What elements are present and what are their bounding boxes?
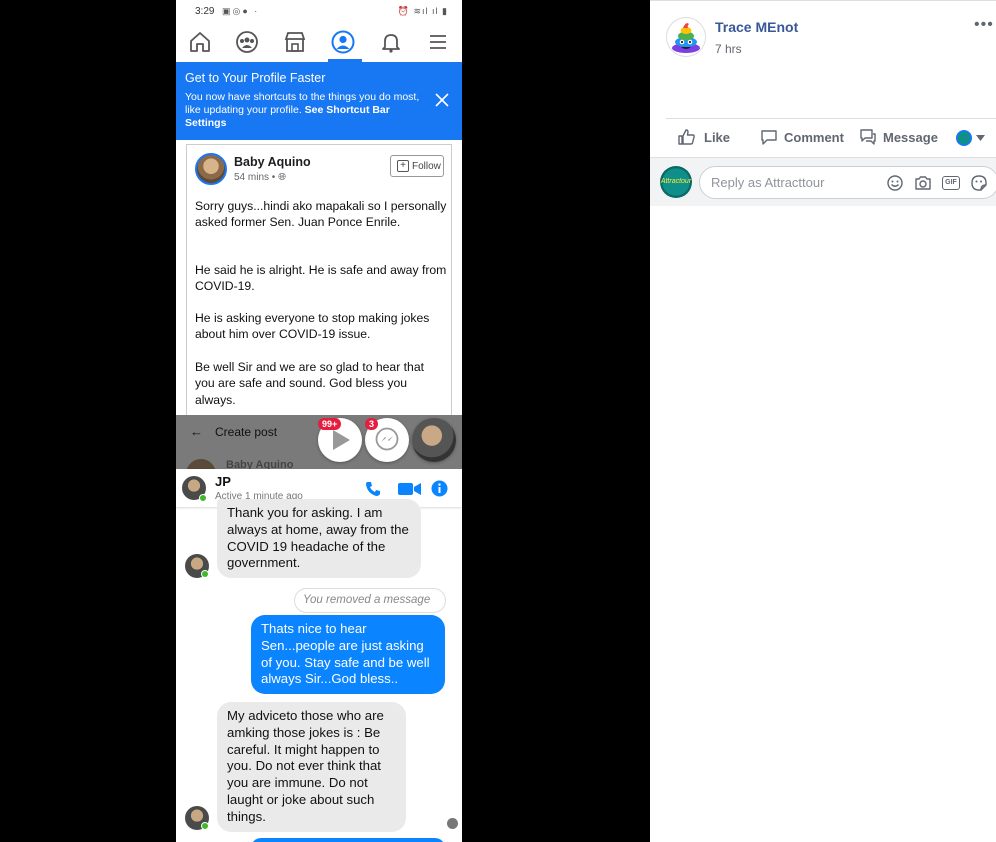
globe-icon: 🌐︎ bbox=[278, 172, 287, 183]
post-paragraph: He is asking everyone to stop making jok… bbox=[195, 311, 430, 342]
profile-icon[interactable] bbox=[330, 29, 356, 55]
phone-screenshot: 3:29 ▣◎● · ⏰ ≋ıl ıl ▮ Get to Your Profil… bbox=[176, 0, 462, 842]
close-icon[interactable] bbox=[434, 92, 450, 108]
groups-icon[interactable] bbox=[234, 29, 260, 55]
back-arrow-icon[interactable]: ← bbox=[190, 424, 203, 439]
sticker-icon[interactable] bbox=[970, 174, 988, 192]
create-post-label[interactable]: Create post bbox=[215, 425, 277, 439]
video-badge: 99+ bbox=[318, 418, 342, 430]
notification-icons: ▣◎● · bbox=[222, 6, 260, 16]
page-selector[interactable] bbox=[956, 130, 988, 146]
reply-page-avatar: Attractour bbox=[660, 166, 692, 198]
play-icon bbox=[333, 430, 350, 450]
post-author-name[interactable]: Baby Aquino bbox=[234, 155, 311, 169]
message-button[interactable]: Message bbox=[859, 128, 941, 148]
contact-avatar-small bbox=[185, 806, 209, 830]
info-icon[interactable] bbox=[431, 480, 448, 497]
page-avatar-small bbox=[956, 130, 972, 146]
camera-icon[interactable] bbox=[914, 174, 932, 192]
poster-avatar[interactable] bbox=[666, 17, 706, 57]
contact-name[interactable]: JP bbox=[215, 474, 231, 489]
banner-title: Get to Your Profile Faster bbox=[185, 71, 326, 85]
comment-icon bbox=[761, 130, 777, 145]
home-icon[interactable] bbox=[187, 29, 213, 55]
post-author-avatar[interactable] bbox=[195, 153, 227, 185]
facebook-comment-panel: Trace MEnot 7 hrs ••• Like Comment Messa… bbox=[650, 0, 996, 842]
shared-post: Baby Aquino 54 mins • 🌐︎ + Follow Sorry g… bbox=[186, 144, 452, 418]
chat-message-received: Thank you for asking. I am always at hom… bbox=[217, 499, 421, 579]
like-button[interactable]: Like bbox=[678, 128, 738, 148]
video-call-icon[interactable] bbox=[397, 482, 423, 496]
banner-body: You now have shortcuts to the things you… bbox=[185, 91, 420, 129]
reply-placeholder[interactable]: Reply as Attracttour bbox=[711, 175, 824, 190]
divider bbox=[666, 118, 996, 119]
marketplace-icon[interactable] bbox=[282, 29, 308, 55]
comment-button[interactable]: Comment bbox=[760, 128, 850, 148]
status-time: 3:29 bbox=[195, 6, 215, 17]
notifications-bell-icon[interactable] bbox=[378, 29, 404, 55]
panel-border bbox=[650, 0, 996, 1]
chat-message-sent bbox=[251, 838, 445, 842]
like-icon bbox=[678, 129, 695, 145]
post-paragraph: Sorry guys...hindi ako mapakali so I per… bbox=[195, 199, 447, 230]
poster-name[interactable]: Trace MEnot bbox=[715, 19, 798, 35]
post-meta: 54 mins • 🌐︎ bbox=[234, 172, 287, 183]
chevron-down-icon bbox=[976, 135, 985, 141]
contact-avatar-small bbox=[185, 554, 209, 578]
messenger-badge: 3 bbox=[365, 418, 379, 430]
messenger-icon bbox=[375, 427, 399, 451]
menu-icon[interactable] bbox=[425, 29, 451, 55]
removed-message-notice: You removed a message bbox=[294, 588, 446, 613]
seen-avatar bbox=[447, 818, 458, 829]
online-indicator bbox=[201, 570, 209, 578]
chat-message-sent: Thats nice to hear Sen...people are just… bbox=[251, 615, 445, 695]
follow-icon: + bbox=[397, 160, 409, 172]
emoji-icon[interactable] bbox=[886, 174, 904, 192]
more-options-icon[interactable]: ••• bbox=[974, 16, 994, 34]
signal-battery-icons: ⏰ ≋ıl ıl ▮ bbox=[397, 6, 448, 16]
online-indicator bbox=[201, 822, 209, 830]
contact-chat-head[interactable] bbox=[412, 418, 456, 462]
message-icon bbox=[860, 129, 876, 145]
post-paragraph: Be well Sir and we are so glad to hear t… bbox=[195, 360, 424, 407]
phone-call-icon[interactable] bbox=[365, 481, 381, 497]
chat-message-received: My adviceto those who are amking those j… bbox=[217, 702, 406, 832]
status-bar: 3:29 ▣◎● · ⏰ ≋ıl ıl ▮ bbox=[176, 0, 462, 22]
post-timestamp[interactable]: 7 hrs bbox=[715, 42, 742, 56]
follow-button[interactable]: + Follow bbox=[390, 155, 444, 177]
facebook-nav-bar bbox=[176, 22, 462, 62]
shortcut-banner: Get to Your Profile Faster You now have … bbox=[176, 62, 462, 140]
rainbow-poop-avatar-icon bbox=[672, 23, 700, 53]
gif-icon[interactable]: GIF bbox=[942, 176, 960, 190]
post-paragraph: He said he is alright. He is safe and aw… bbox=[195, 263, 447, 294]
online-indicator bbox=[199, 494, 207, 502]
